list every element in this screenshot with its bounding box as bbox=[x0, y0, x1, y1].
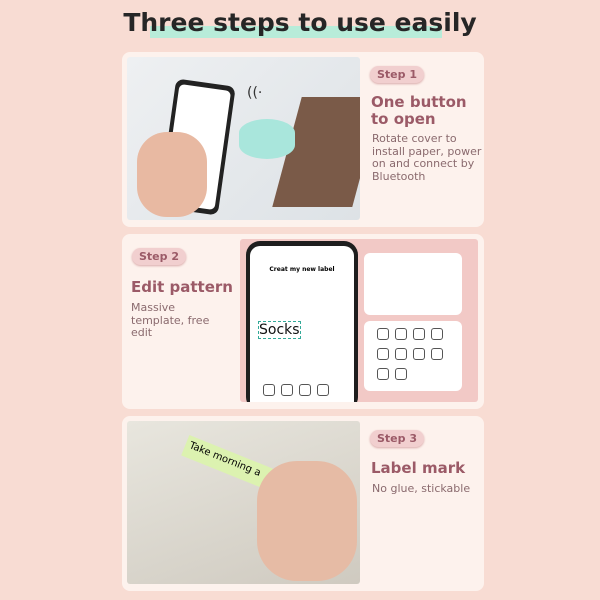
wifi-icon: ((· bbox=[247, 85, 263, 101]
step-heading: Edit pattern bbox=[131, 278, 233, 296]
step-description: Massive template, free edit bbox=[131, 301, 210, 339]
printer-device bbox=[239, 119, 295, 159]
step-description: Rotate cover to install paper, power on … bbox=[372, 132, 482, 183]
label-preview[interactable]: Socks bbox=[258, 321, 301, 339]
step-badge: Step 3 bbox=[370, 430, 424, 447]
printed-label: Take morning a bbox=[181, 434, 273, 490]
page-title: Three steps to use easily bbox=[123, 8, 477, 37]
phone: Creat my new label Socks bbox=[246, 241, 358, 402]
step-badge: Step 2 bbox=[132, 248, 186, 265]
hand bbox=[137, 132, 207, 217]
icon-panel bbox=[364, 321, 462, 391]
label-photo: Take morning a bbox=[127, 421, 360, 584]
step-3-card: Take morning a Step 3 Label mark No glue… bbox=[122, 416, 484, 591]
hand bbox=[257, 461, 357, 581]
step-2-card: Step 2 Edit pattern Massive template, fr… bbox=[122, 234, 484, 409]
step-heading: One button to open bbox=[371, 93, 467, 128]
step-badge: Step 1 bbox=[370, 66, 424, 83]
app-screenshot: Creat my new label Socks bbox=[240, 239, 478, 402]
step-description: No glue, stickable bbox=[372, 482, 471, 495]
printer-photo: ((· bbox=[127, 57, 360, 220]
app-title: Creat my new label bbox=[269, 266, 335, 273]
step-1-card: ((· Step 1 One button to open Rotate cov… bbox=[122, 52, 484, 227]
step-heading: Label mark bbox=[371, 459, 466, 477]
font-panel bbox=[364, 253, 462, 315]
